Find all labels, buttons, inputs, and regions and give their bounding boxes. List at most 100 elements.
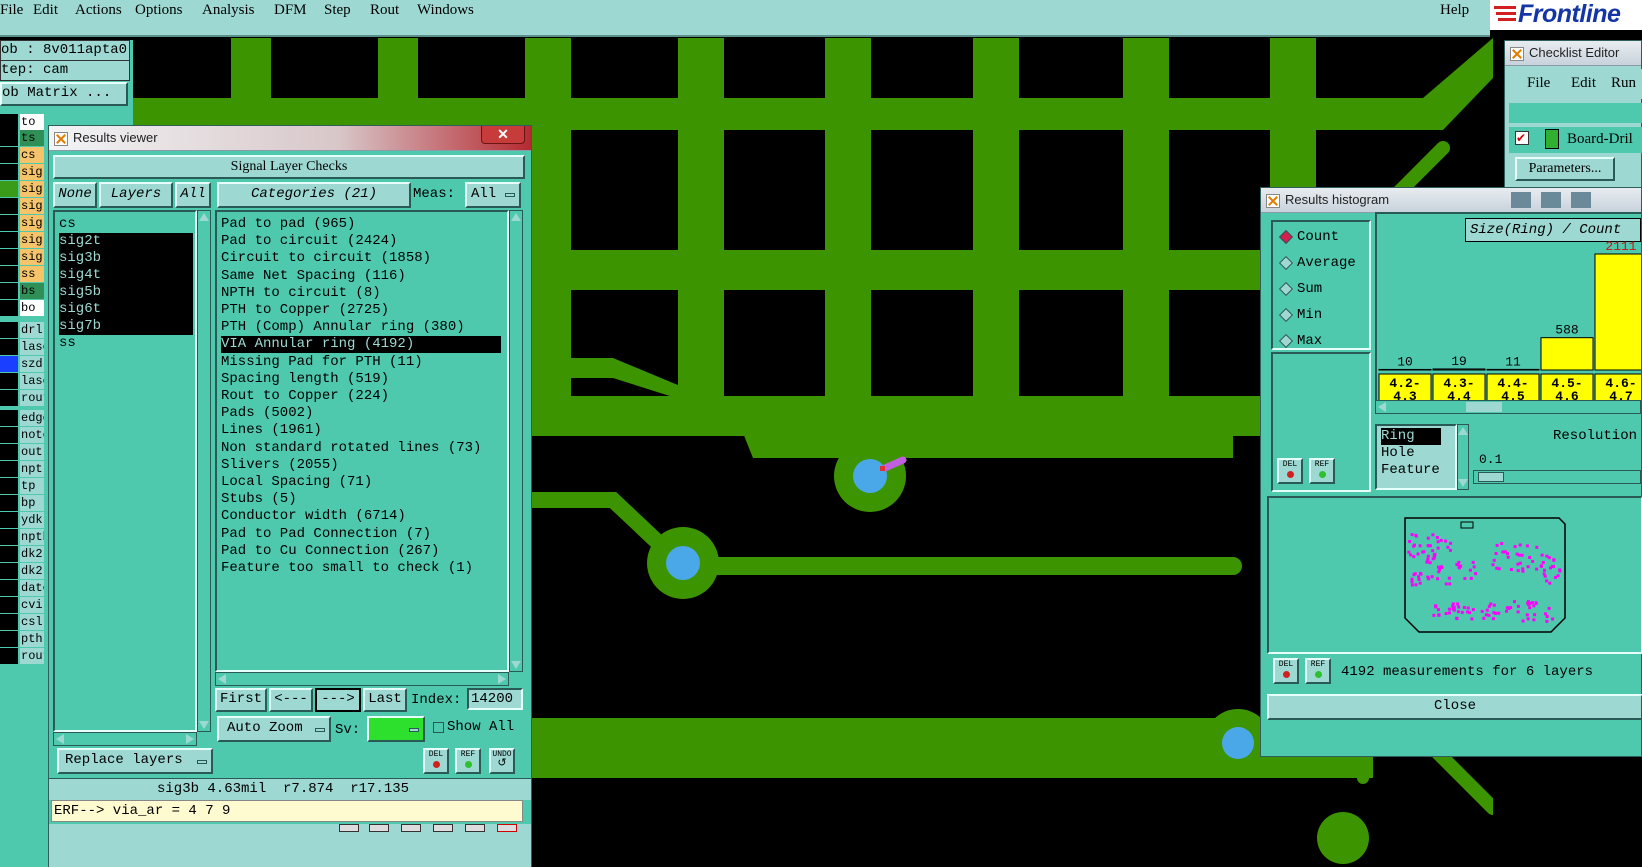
scroll-left-arrow-icon[interactable] — [56, 734, 64, 744]
layer-indicator[interactable] — [0, 512, 18, 528]
signal-layer-checks-header[interactable]: Signal Layer Checks — [53, 155, 525, 179]
category-list-item[interactable]: Lines (1961) — [221, 422, 501, 439]
layers-horizontal-scrollbar[interactable] — [53, 732, 197, 746]
layer-indicator[interactable] — [0, 130, 18, 146]
category-list-item[interactable]: PTH to Copper (2725) — [221, 302, 501, 319]
layer-row[interactable]: sig — [0, 249, 46, 266]
show-all-checkbox[interactable] — [433, 722, 444, 733]
layers-button[interactable]: Layers — [99, 182, 173, 208]
minimize-icon[interactable] — [1511, 192, 1531, 208]
layer-indicator[interactable] — [0, 181, 18, 197]
checklist-item-row[interactable]: ✔ Board-Dril — [1509, 127, 1642, 153]
layer-row[interactable]: dk2 — [0, 546, 46, 563]
layer-row[interactable]: edge — [0, 410, 46, 427]
category-list-item[interactable]: VIA Annular ring (4192) — [221, 336, 501, 354]
category-list-item[interactable]: PTH (Comp) Annular ring (380) — [221, 319, 501, 336]
category-list-item[interactable]: Rout to Copper (224) — [221, 388, 501, 405]
layer-indicator[interactable] — [0, 444, 18, 460]
menu-rout[interactable]: Rout — [370, 2, 399, 19]
menu-windows[interactable]: Windows — [417, 2, 474, 19]
replace-layers-dropdown[interactable]: Replace layers — [57, 748, 213, 774]
category-list-item[interactable]: Conductor width (6714) — [221, 508, 501, 525]
scroll-down-arrow-icon[interactable] — [199, 721, 209, 729]
scroll-thumb[interactable] — [1466, 402, 1502, 412]
layer-row[interactable]: rout — [0, 648, 46, 665]
category-list-item[interactable]: Stubs (5) — [221, 491, 501, 508]
category-list-item[interactable]: Feature too small to check (1) — [221, 560, 501, 577]
layer-name[interactable]: npt — [20, 461, 44, 477]
select-none-button[interactable]: None — [53, 182, 97, 208]
layer-indicator[interactable] — [0, 597, 18, 613]
layer-name[interactable]: dk2 — [20, 563, 44, 579]
layer-indicator[interactable] — [0, 478, 18, 494]
category-list-item[interactable]: Pad to circuit (2424) — [221, 233, 501, 250]
layer-name[interactable]: lase — [20, 373, 44, 389]
layer-indicator[interactable] — [0, 461, 18, 477]
index-input[interactable]: 14200 — [467, 688, 523, 710]
layer-row[interactable]: outl — [0, 444, 46, 461]
layer-indicator[interactable] — [0, 373, 18, 389]
layer-indicator[interactable] — [0, 648, 18, 664]
last-button[interactable]: Last — [363, 688, 407, 712]
layer-name[interactable]: to — [20, 114, 44, 130]
layer-list-item[interactable]: sig4t — [59, 267, 193, 284]
layer-row[interactable]: sig — [0, 198, 46, 215]
undo-button[interactable]: UNDO ↺ — [489, 748, 515, 774]
layer-indicator[interactable] — [0, 215, 18, 231]
radio-diamond-icon[interactable] — [1278, 229, 1294, 245]
close-window-button[interactable]: ✕ — [481, 126, 525, 144]
layer-name[interactable]: sig — [20, 249, 44, 265]
categories-vertical-scrollbar[interactable] — [509, 210, 523, 672]
category-list-item[interactable]: Pad to Cu Connection (267) — [221, 543, 501, 560]
scroll-left-arrow-icon[interactable] — [218, 674, 226, 684]
scroll-up-arrow-icon[interactable] — [1458, 427, 1468, 435]
layer-row[interactable]: sig — [0, 181, 46, 198]
checklist-menu-file[interactable]: File — [1527, 75, 1550, 92]
layer-name[interactable]: date — [20, 580, 44, 596]
layer-name[interactable]: note — [20, 427, 44, 443]
category-list-item[interactable]: Local Spacing (71) — [221, 474, 501, 491]
categories-button[interactable]: Categories (21) — [217, 182, 411, 208]
layer-row[interactable]: bs — [0, 283, 46, 300]
refresh-results-button[interactable]: REF — [455, 748, 481, 774]
toolbar-icon[interactable] — [369, 824, 389, 832]
toolbar-icon[interactable] — [433, 824, 453, 832]
layer-name[interactable]: dk2 — [20, 546, 44, 562]
toolbar-icon[interactable] — [497, 824, 517, 832]
layer-row[interactable]: sig — [0, 164, 46, 181]
layer-row[interactable]: bp — [0, 495, 46, 512]
category-list-item[interactable]: Pads (5002) — [221, 405, 501, 422]
histogram-horizontal-scrollbar[interactable] — [1375, 400, 1641, 414]
checklist-menu-edit[interactable]: Edit — [1571, 75, 1596, 92]
scroll-down-arrow-icon[interactable] — [1458, 479, 1468, 487]
scroll-right-arrow-icon[interactable] — [186, 734, 194, 744]
layer-name[interactable]: edge — [20, 410, 44, 426]
checkmark-icon[interactable]: ✔ — [1515, 131, 1529, 145]
slider-thumb[interactable] — [1478, 472, 1504, 482]
layer-name[interactable]: sig — [20, 198, 44, 214]
menu-edit[interactable]: Edit — [33, 2, 58, 19]
scroll-left-arrow-icon[interactable] — [1378, 402, 1386, 412]
resolution-slider[interactable] — [1473, 470, 1641, 484]
layer-list-item[interactable]: sig2t — [59, 233, 193, 250]
layer-name[interactable]: sig — [20, 181, 44, 197]
scroll-down-arrow-icon[interactable] — [511, 661, 521, 669]
layer-name[interactable]: sig — [20, 164, 44, 180]
board-preview-area[interactable] — [1267, 496, 1642, 654]
layer-name[interactable]: bo — [20, 300, 44, 316]
layer-name[interactable]: rout — [20, 648, 44, 664]
category-list-item[interactable]: Slivers (2055) — [221, 457, 501, 474]
layer-row[interactable]: note — [0, 427, 46, 444]
histogram-by-item[interactable]: Feature — [1381, 462, 1455, 479]
layer-row[interactable]: bo — [0, 300, 46, 317]
layer-indicator[interactable] — [0, 410, 18, 426]
menu-analysis[interactable]: Analysis — [202, 2, 255, 19]
select-all-button[interactable]: All — [175, 182, 211, 208]
parameters-button[interactable]: Parameters... — [1515, 157, 1615, 181]
layer-row[interactable]: csl — [0, 614, 46, 631]
toolbar-icon[interactable] — [401, 824, 421, 832]
menu-step[interactable]: Step — [324, 2, 351, 19]
layer-indicator[interactable] — [0, 529, 18, 545]
layer-list-item[interactable]: sig3b — [59, 250, 193, 267]
layer-indicator[interactable] — [0, 232, 18, 248]
